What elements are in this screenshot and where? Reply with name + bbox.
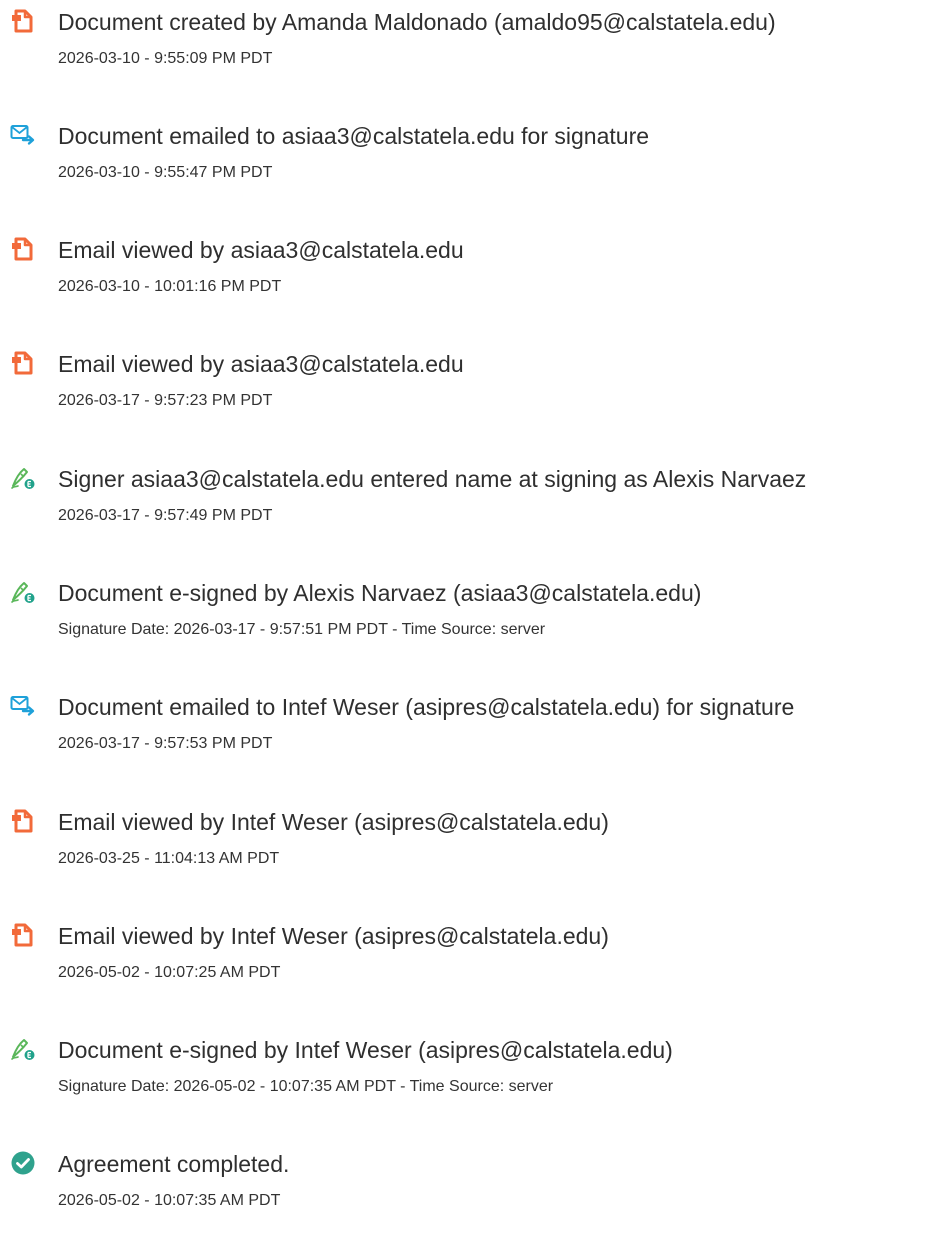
history-entry: Document e-signed by Alexis Narvaez (asi… bbox=[0, 579, 927, 669]
document-icon bbox=[10, 236, 36, 262]
esign-pen-icon bbox=[10, 579, 36, 605]
event-signature-date: Signature Date: 2026-05-02 - 10:07:35 AM… bbox=[58, 1078, 554, 1095]
event-timestamp: 2026-03-10 - 9:55:09 PM PDT bbox=[58, 50, 273, 67]
history-entry: Document emailed to Intef Weser (asipres… bbox=[0, 693, 927, 783]
email-sent-icon bbox=[10, 693, 36, 719]
event-timestamp: 2026-03-25 - 11:04:13 AM PDT bbox=[58, 850, 280, 867]
event-timestamp: 2026-03-17 - 9:57:53 PM PDT bbox=[58, 735, 273, 752]
event-title: Agreement completed. bbox=[58, 1151, 290, 1177]
email-sent-icon bbox=[10, 122, 36, 148]
history-entry: Document e-signed by Intef Weser (asipre… bbox=[0, 1036, 927, 1126]
history-entry: Document emailed to asiaa3@calstatela.ed… bbox=[0, 122, 927, 212]
event-title: Document e-signed by Alexis Narvaez (asi… bbox=[58, 580, 702, 606]
event-signature-date: Signature Date: 2026-03-17 - 9:57:51 PM … bbox=[58, 621, 546, 638]
check-circle-icon bbox=[10, 1150, 36, 1176]
event-title: Email viewed by asiaa3@calstatela.edu bbox=[58, 351, 464, 377]
event-timestamp: 2026-05-02 - 10:07:35 AM PDT bbox=[58, 1192, 281, 1209]
event-title: Document created by Amanda Maldonado (am… bbox=[58, 9, 776, 35]
esign-pen-icon bbox=[10, 465, 36, 491]
event-title: Email viewed by Intef Weser (asipres@cal… bbox=[58, 923, 609, 949]
history-entry: Document created by Amanda Maldonado (am… bbox=[0, 8, 927, 98]
event-timestamp: 2026-03-17 - 9:57:23 PM PDT bbox=[58, 392, 273, 409]
event-timestamp: 2026-03-10 - 9:55:47 PM PDT bbox=[58, 164, 273, 181]
event-title: Document e-signed by Intef Weser (asipre… bbox=[58, 1037, 673, 1063]
event-title: Email viewed by asiaa3@calstatela.edu bbox=[58, 237, 464, 263]
history-entry: Signer asiaa3@calstatela.edu entered nam… bbox=[0, 465, 927, 555]
event-timestamp: 2026-05-02 - 10:07:25 AM PDT bbox=[58, 964, 281, 981]
event-title: Document emailed to Intef Weser (asipres… bbox=[58, 694, 795, 720]
history-entry: Agreement completed. 2026-05-02 - 10:07:… bbox=[0, 1150, 927, 1240]
history-entry: Email viewed by asiaa3@calstatela.edu 20… bbox=[0, 236, 927, 326]
event-timestamp: 2026-03-17 - 9:57:49 PM PDT bbox=[58, 507, 273, 524]
event-title: Document emailed to asiaa3@calstatela.ed… bbox=[58, 123, 650, 149]
esign-pen-icon bbox=[10, 1036, 36, 1062]
document-icon bbox=[10, 8, 36, 34]
document-icon bbox=[10, 808, 36, 834]
document-icon bbox=[10, 350, 36, 376]
history-entry: Email viewed by Intef Weser (asipres@cal… bbox=[0, 808, 927, 898]
document-icon bbox=[10, 922, 36, 948]
history-entry: Email viewed by asiaa3@calstatela.edu 20… bbox=[0, 350, 927, 440]
event-title: Email viewed by Intef Weser (asipres@cal… bbox=[58, 809, 609, 835]
event-timestamp: 2026-03-10 - 10:01:16 PM PDT bbox=[58, 278, 282, 295]
event-title: Signer asiaa3@calstatela.edu entered nam… bbox=[58, 466, 807, 492]
history-entry: Email viewed by Intef Weser (asipres@cal… bbox=[0, 922, 927, 1012]
